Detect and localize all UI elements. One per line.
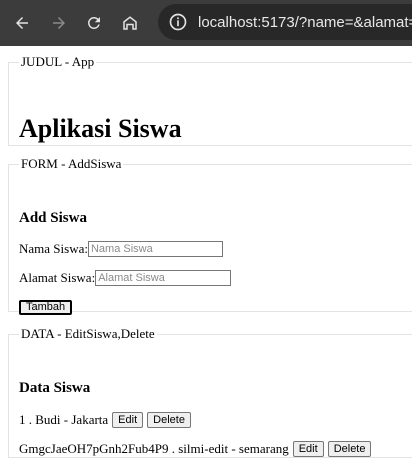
form-section: FORM - AddSiswa Add Siswa Nama Siswa: Al… — [8, 156, 412, 315]
delete-button[interactable]: Delete — [147, 412, 191, 428]
submit-row: Tambah — [19, 300, 73, 315]
page-title: Aplikasi Siswa — [19, 114, 182, 143]
arrow-left-icon — [16, 17, 28, 29]
nama-label: Nama Siswa: — [19, 241, 88, 256]
reload-button[interactable] — [82, 11, 106, 35]
form-legend: FORM - AddSiswa — [21, 156, 122, 171]
reload-icon — [87, 16, 100, 29]
nama-row: Nama Siswa: — [19, 241, 223, 257]
tambah-button[interactable]: Tambah — [19, 300, 73, 315]
home-button[interactable] — [118, 11, 142, 35]
home-icon — [123, 16, 137, 30]
page-content: JUDUL - App Aplikasi Siswa FORM - AddSis… — [0, 46, 412, 474]
edit-button[interactable]: Edit — [112, 412, 144, 428]
list-item: GmgcJaeOH7pGnh2Fub4P9 . silmi-edit - sem… — [19, 441, 372, 457]
data-heading: Data Siswa — [19, 380, 91, 396]
judul-legend: JUDUL - App — [21, 54, 95, 69]
address-bar[interactable]: localhost:5173/?name=&alamat= — [158, 4, 412, 40]
nama-input[interactable] — [87, 241, 223, 257]
back-button[interactable] — [10, 11, 34, 35]
list-item: 1 . Budi - Jakarta Edit Delete — [19, 412, 191, 428]
judul-section: JUDUL - App Aplikasi Siswa — [8, 54, 412, 146]
arrow-right-icon — [53, 17, 65, 29]
student-text: 1 . Budi - Jakarta — [19, 412, 109, 427]
url-text[interactable]: localhost:5173/?name=&alamat= — [198, 14, 412, 31]
data-legend: DATA - EditSiswa,Delete — [21, 326, 155, 341]
data-section: DATA - EditSiswa,Delete Data Siswa 1 . B… — [8, 326, 412, 458]
edit-button[interactable]: Edit — [292, 441, 324, 457]
alamat-input[interactable] — [95, 270, 232, 286]
delete-button[interactable]: Delete — [327, 441, 372, 457]
alamat-label: Alamat Siswa: — [19, 270, 96, 285]
alamat-row: Alamat Siswa: — [19, 270, 232, 286]
browser-toolbar: localhost:5173/?name=&alamat= — [0, 0, 412, 46]
info-icon[interactable] — [168, 12, 188, 32]
forward-button[interactable] — [47, 11, 71, 35]
form-heading: Add Siswa — [19, 210, 87, 226]
student-text: GmgcJaeOH7pGnh2Fub4P9 . silmi-edit - sem… — [19, 441, 289, 456]
